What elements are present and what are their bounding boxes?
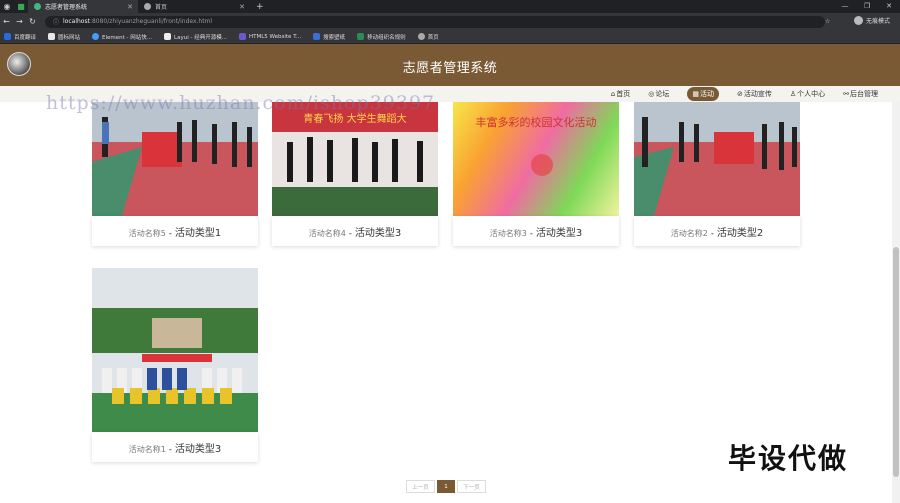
site-header: 志愿者管理系统 xyxy=(0,44,900,86)
cursor-indicator xyxy=(531,154,553,176)
caption-separator: - xyxy=(168,445,172,455)
page-title: 志愿者管理系统 xyxy=(402,61,498,76)
bookmark-item[interactable]: 移动组织名规则 xyxy=(357,33,406,41)
page-number-current[interactable]: 1 xyxy=(437,480,455,493)
maximize-icon[interactable]: ❐ xyxy=(856,0,878,13)
globe-icon xyxy=(417,33,425,40)
sports-court-photo xyxy=(92,102,258,216)
globe-favicon-icon xyxy=(144,3,151,10)
bookmark-item[interactable]: Layui - 经典开源模... xyxy=(164,33,227,41)
nav-item-home[interactable]: ⌂ 首页 xyxy=(611,89,630,99)
tab-inactive[interactable]: 首页 ✕ xyxy=(138,0,250,13)
forum-icon: ◎ xyxy=(648,90,655,98)
reload-icon[interactable]: ↻ xyxy=(26,17,39,26)
url-path: :8080/zhiyuanzheguanli/front/index.html xyxy=(89,18,213,25)
pinned-tab-icon[interactable]: ■ xyxy=(14,0,28,13)
tag-icon: ⊘ xyxy=(736,90,743,98)
bookmark-item[interactable]: 圆标网站 xyxy=(48,33,80,41)
bookmark-item[interactable]: Element - 网站快... xyxy=(92,33,152,41)
card-caption: 活动名称3- 活动类型3 xyxy=(453,224,619,239)
bookmark-item[interactable]: 百度翻译 xyxy=(4,33,36,41)
activity-card-image[interactable]: 青春飞扬 大学生舞蹈大 xyxy=(272,102,438,216)
bookmarks-bar: 百度翻译 圆标网站 Element - 网站快... Layui - 经典开源模… xyxy=(0,30,900,44)
caption-separator: - xyxy=(710,229,714,239)
tab-title: 志愿者管理系统 xyxy=(45,4,88,11)
bookmark-item[interactable]: HTML5 Website T... xyxy=(238,33,301,40)
card-caption: 活动名称1- 活动类型3 xyxy=(92,440,258,455)
user-icon: ♙ xyxy=(789,90,797,98)
activity-card-image[interactable] xyxy=(634,102,800,216)
sports-court-photo xyxy=(634,102,800,216)
translate-icon xyxy=(4,33,11,40)
rule-icon xyxy=(357,33,365,40)
scrollbar-thumb[interactable] xyxy=(893,247,899,477)
bookmark-item[interactable]: 搜索壁纸 xyxy=(313,33,345,41)
flag-icon xyxy=(48,33,56,40)
activity-name: 活动名称2 xyxy=(670,229,708,238)
activity-type: 活动类型3 xyxy=(174,444,222,455)
address-bar: ← → ↻ ⓘ localhost:8080/zhiyuanzheguanli/… xyxy=(0,13,900,30)
layui-icon xyxy=(164,33,172,40)
vue-favicon-icon xyxy=(34,3,41,10)
wallpaper-icon xyxy=(313,33,321,40)
card-caption: 活动名称4- 活动类型3 xyxy=(272,224,438,239)
url-input[interactable]: ⓘ localhost:8080/zhiyuanzheguanli/front/… xyxy=(45,15,830,28)
image-banner-text: 丰富多彩的校园文化活动 xyxy=(475,116,597,129)
link-icon: ⚯ xyxy=(843,90,849,98)
activity-card-image[interactable] xyxy=(92,102,258,216)
incognito-avatar-icon xyxy=(853,16,863,25)
activity-type: 活动类型1 xyxy=(174,228,222,239)
nav-item-admin[interactable]: ⚯ 后台管理 xyxy=(843,89,878,99)
caption-separator: - xyxy=(529,229,533,239)
nav-item-activity[interactable]: ▦ 活动 xyxy=(687,87,719,101)
profile-button[interactable]: 无痕模式 xyxy=(853,16,890,25)
url-host: localhost xyxy=(63,18,90,25)
profile-label: 无痕模式 xyxy=(865,18,890,25)
close-icon[interactable]: ✕ xyxy=(239,3,245,11)
minimize-icon[interactable]: — xyxy=(834,0,856,13)
tab-title: 首页 xyxy=(155,4,168,11)
tab-search-icon[interactable]: ◉ xyxy=(0,0,14,13)
tab-active[interactable]: 志愿者管理系统 ✕ xyxy=(28,0,138,13)
forward-arrow-icon[interactable]: → xyxy=(13,17,26,26)
activity-card-image[interactable]: 丰富多彩的校园文化活动 xyxy=(453,102,619,216)
nav-item-forum[interactable]: ◎ 论坛 xyxy=(648,89,669,99)
activity-type: 活动类型2 xyxy=(716,228,764,239)
nav-item-promotion[interactable]: ⊘ 活动宣传 xyxy=(737,89,772,99)
window-close-icon[interactable]: ✕ xyxy=(878,0,900,13)
next-page-button[interactable]: 下一页 xyxy=(457,480,486,493)
prev-page-button[interactable]: 上一页 xyxy=(406,480,435,493)
close-icon[interactable]: ✕ xyxy=(127,3,133,11)
page-scrollbar[interactable] xyxy=(892,102,900,503)
activity-name: 活动名称5 xyxy=(128,229,166,238)
caption-separator: - xyxy=(348,229,352,239)
element-icon xyxy=(92,33,100,40)
promo-text: 毕设代做 xyxy=(728,442,849,475)
pagination: 上一页 1 下一页 xyxy=(406,480,486,493)
activity-name: 活动名称3 xyxy=(489,229,527,238)
watermark-text: https://www.huzhan.com/ishop39397 xyxy=(46,92,436,114)
caption-separator: - xyxy=(168,229,172,239)
home-icon: ⌂ xyxy=(610,90,616,98)
activity-card-image[interactable] xyxy=(92,268,258,432)
card-caption: 活动名称2- 活动类型2 xyxy=(634,224,800,239)
activity-type: 活动类型3 xyxy=(535,228,583,239)
info-icon: ⓘ xyxy=(53,19,60,26)
activity-name: 活动名称4 xyxy=(308,229,346,238)
browser-tab-bar: ◉ ■ 志愿者管理系统 ✕ 首页 ✕ + — ❐ ✕ xyxy=(0,0,900,13)
activity-type: 活动类型3 xyxy=(354,228,402,239)
activity-icon: ▦ xyxy=(692,90,699,98)
bookmark-item[interactable]: 首页 xyxy=(417,33,439,41)
card-caption: 活动名称5- 活动类型1 xyxy=(92,224,258,239)
new-tab-icon[interactable]: + xyxy=(256,2,264,12)
star-icon[interactable]: ☆ xyxy=(825,18,830,25)
back-arrow-icon[interactable]: ← xyxy=(0,17,13,26)
group-photo xyxy=(92,268,258,432)
window-controls: — ❐ ✕ xyxy=(834,0,900,13)
html5-icon xyxy=(238,33,246,40)
activity-name: 活动名称1 xyxy=(128,445,166,454)
nav-item-profile[interactable]: ♙ 个人中心 xyxy=(790,89,825,99)
